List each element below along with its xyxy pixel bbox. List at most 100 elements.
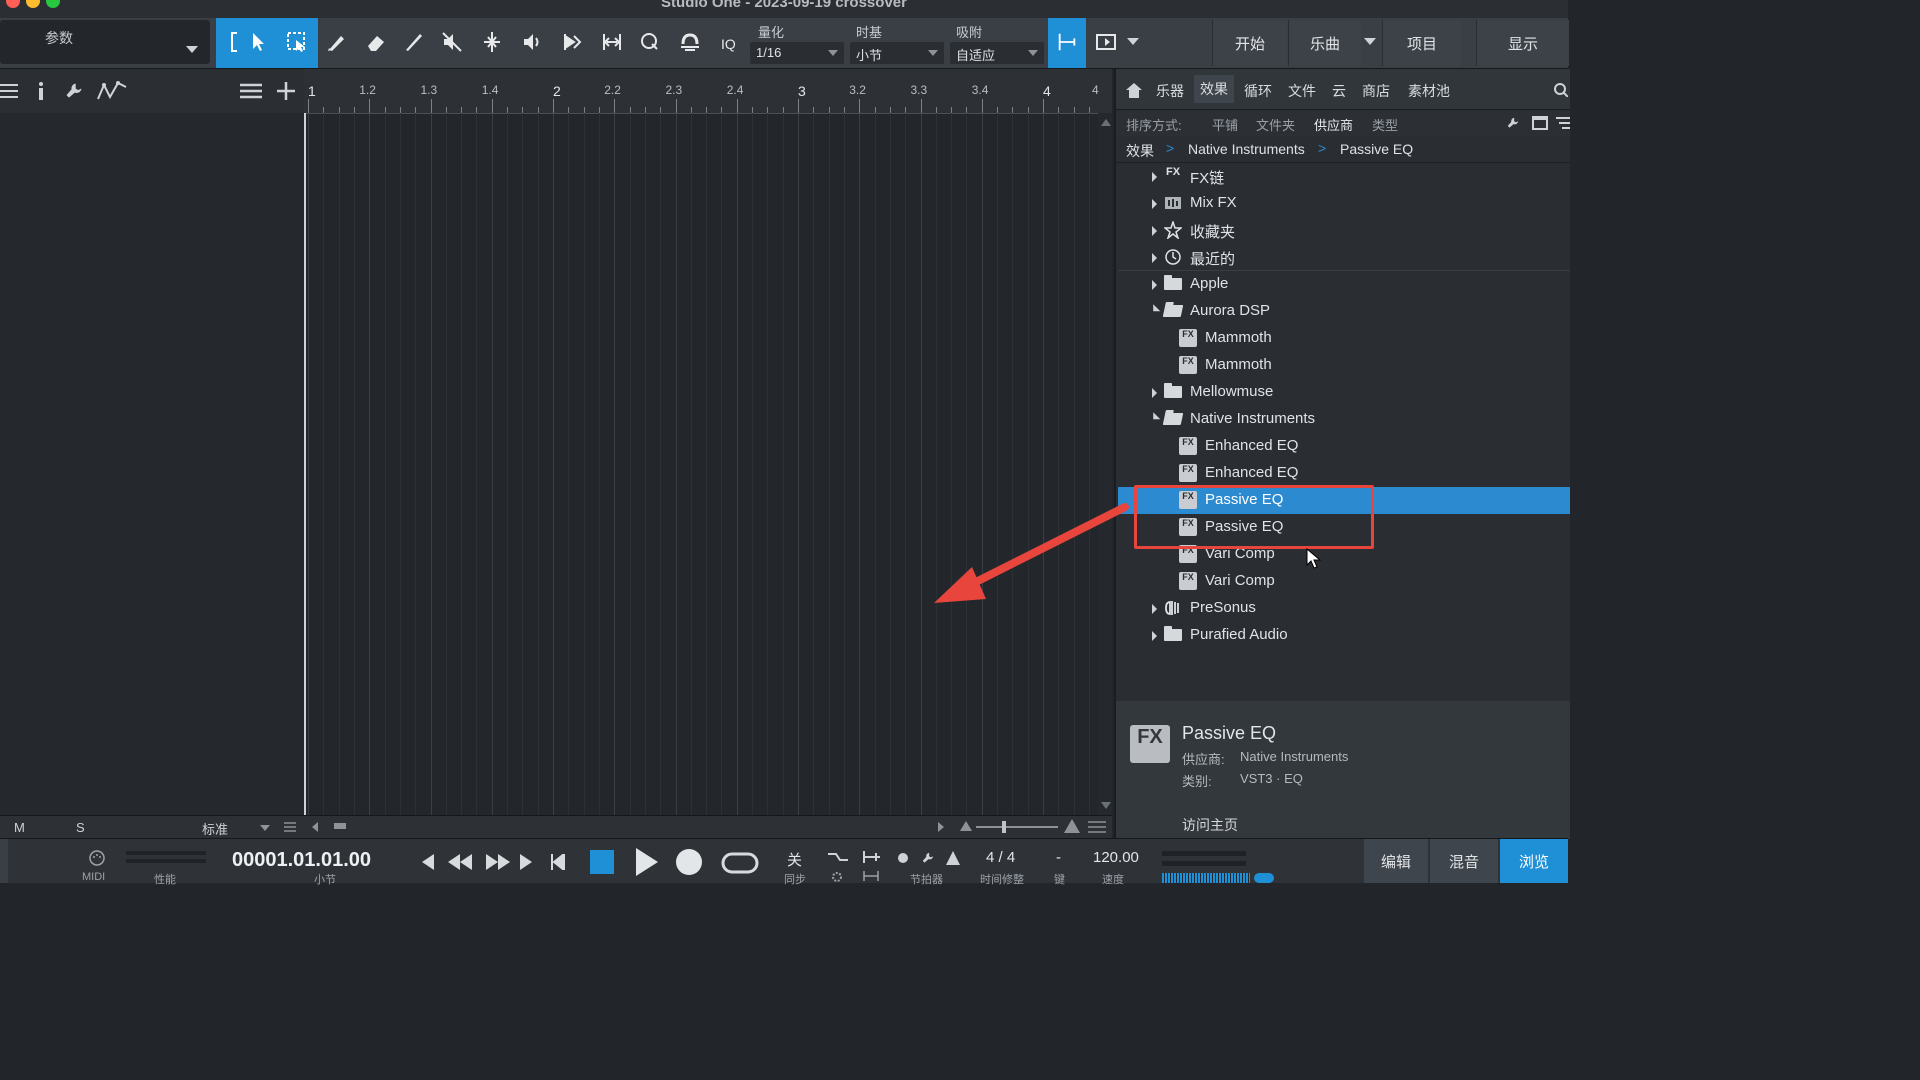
tree-plugin-row[interactable]: FX Mammoth	[1118, 352, 1570, 379]
tempo-value[interactable]: 120.00	[1093, 849, 1139, 866]
zoom-slider[interactable]	[976, 826, 1058, 828]
return-to-zero-icon[interactable]	[550, 854, 566, 870]
sort-type[interactable]: 类型	[1372, 115, 1398, 134]
tree-folder-row[interactable]: Purafied Audio	[1118, 622, 1570, 649]
wrench-icon[interactable]	[920, 851, 936, 865]
chevron-down-icon[interactable]	[1127, 38, 1139, 45]
key-value[interactable]: -	[1056, 849, 1061, 866]
tree-folder-row[interactable]: Apple	[1118, 271, 1570, 298]
tree-folder-row[interactable]: FX FX链	[1118, 163, 1570, 190]
tree-folder-row[interactable]: Native Instruments	[1118, 406, 1570, 433]
tree-folder-row[interactable]: Aurora DSP	[1118, 298, 1570, 325]
nav-start-button[interactable]: 开始	[1212, 20, 1287, 66]
gear-icon[interactable]	[830, 871, 844, 883]
timeline-ruler[interactable]: 1 1.2 1.3 1.4 2 2.2 2.3 2.4 3 3.2 3.3 3.4 4 4	[304, 69, 1112, 114]
sync-value[interactable]: 关	[787, 849, 802, 870]
bottom-tab-mix[interactable]: 混音	[1430, 839, 1498, 883]
filter-icon[interactable]	[1556, 116, 1570, 130]
vertical-scrollbar[interactable]	[1098, 113, 1112, 815]
breadcrumb-plugin[interactable]: Passive EQ	[1340, 141, 1413, 157]
tab-effects[interactable]: 效果	[1194, 75, 1234, 103]
arrange-view[interactable]: 1 1.2 1.3 1.4 2 2.2 2.3 2.4 3 3.2 3.3 3.4 4 4	[304, 69, 1112, 815]
metronome-icon[interactable]	[946, 851, 960, 865]
scroll-right-icon[interactable]	[938, 822, 944, 832]
listen-tool-icon[interactable]	[516, 26, 548, 58]
home-icon[interactable]	[1126, 83, 1142, 98]
solo-all-button[interactable]: S	[76, 820, 85, 835]
caret-right-icon[interactable]	[1152, 388, 1157, 398]
tab-files[interactable]: 文件	[1288, 81, 1316, 101]
sort-folder[interactable]: 文件夹	[1256, 115, 1295, 134]
tab-shop[interactable]: 商店	[1362, 81, 1390, 101]
snap-grid-toggle[interactable]	[1048, 18, 1086, 68]
sort-vendor[interactable]: 供应商	[1314, 115, 1353, 134]
time-display[interactable]: 00001.01.01.00	[232, 849, 371, 872]
chevron-down-icon[interactable]	[260, 825, 270, 831]
breadcrumb-effects[interactable]: 效果	[1126, 141, 1154, 161]
main-out-toggle[interactable]	[1254, 873, 1274, 883]
menu-icon[interactable]	[0, 83, 20, 99]
quantize-q-icon[interactable]	[634, 26, 666, 58]
list-icon[interactable]	[284, 821, 296, 833]
parameter-selector[interactable]: 参数	[0, 20, 210, 64]
wrench-icon[interactable]	[1506, 116, 1520, 130]
playhead-cursor[interactable]	[304, 113, 306, 815]
tab-pool[interactable]: 素材池	[1408, 81, 1450, 101]
mute-tool-icon[interactable]	[436, 26, 468, 58]
stop-button[interactable]	[590, 850, 614, 874]
tree-plugin-row[interactable]: FX Vari Comp	[1118, 568, 1570, 595]
record-button[interactable]	[676, 849, 702, 875]
mute-all-button[interactable]: M	[14, 820, 25, 835]
range-tool-icon[interactable]	[281, 26, 313, 58]
breadcrumb-vendor[interactable]: Native Instruments	[1188, 141, 1305, 157]
caret-down-icon[interactable]	[1149, 412, 1161, 423]
transient-forward-icon[interactable]	[556, 26, 588, 58]
previous-marker-icon[interactable]	[422, 854, 434, 870]
nav-song-button[interactable]: 乐曲	[1288, 20, 1361, 66]
punch-range-icon[interactable]	[862, 871, 880, 881]
add-track-icon[interactable]	[276, 81, 296, 101]
zoom-out-icon[interactable]	[960, 821, 972, 831]
caret-right-icon[interactable]	[1152, 172, 1157, 182]
rewind-icon[interactable]	[448, 854, 472, 870]
tree-folder-row[interactable]: Mellowmuse	[1118, 379, 1570, 406]
snap-magnet-icon[interactable]	[674, 26, 706, 58]
scroll-up-icon[interactable]	[1101, 119, 1111, 126]
tree-plugin-row[interactable]: FX Mammoth	[1118, 325, 1570, 352]
track-list-icon[interactable]	[240, 83, 262, 99]
caret-down-icon[interactable]	[1149, 304, 1161, 315]
zoom-in-icon[interactable]	[1064, 819, 1080, 833]
track-height-mode[interactable]: 标准	[202, 819, 228, 838]
tree-folder-row[interactable]: 最近的	[1118, 244, 1570, 271]
next-marker-icon[interactable]	[520, 854, 532, 870]
sort-flat[interactable]: 平铺	[1212, 115, 1238, 134]
automation-curve-icon[interactable]	[96, 79, 128, 103]
time-unit-label[interactable]: 小节	[314, 871, 336, 887]
caret-right-icon[interactable]	[1152, 631, 1157, 641]
cursor-follow-icon[interactable]	[1090, 26, 1122, 58]
quantize-select[interactable]: 1/16	[750, 42, 844, 64]
zoom-slider-handle[interactable]	[1002, 821, 1006, 833]
eraser-tool-icon[interactable]	[360, 26, 392, 58]
arrow-tool-icon[interactable]	[242, 26, 274, 58]
snap-select[interactable]: 自适应	[950, 42, 1044, 64]
chevron-down-icon[interactable]	[1364, 38, 1376, 45]
info-icon[interactable]	[36, 81, 46, 101]
scroll-down-icon[interactable]	[1101, 802, 1111, 809]
paint-tool-icon[interactable]	[398, 26, 430, 58]
split-tool-icon[interactable]	[320, 26, 352, 58]
nav-show-button[interactable]: 显示	[1476, 20, 1569, 66]
nav-project-button[interactable]: 项目	[1382, 20, 1461, 66]
tab-loops[interactable]: 循环	[1244, 81, 1272, 101]
search-icon[interactable]	[1554, 83, 1568, 97]
timebase-select[interactable]: 小节	[850, 42, 944, 64]
caret-right-icon[interactable]	[1152, 226, 1157, 236]
bend-tool-icon[interactable]	[476, 26, 508, 58]
window-icon[interactable]	[1532, 116, 1548, 130]
metronome-toggle[interactable]	[898, 853, 908, 863]
visit-homepage-link[interactable]: 访问主页	[1182, 815, 1238, 835]
transient-both-icon[interactable]	[596, 26, 628, 58]
tree-plugin-row[interactable]: FX Enhanced EQ	[1118, 460, 1570, 487]
tab-cloud[interactable]: 云	[1332, 81, 1346, 101]
punch-icon[interactable]	[862, 851, 882, 863]
